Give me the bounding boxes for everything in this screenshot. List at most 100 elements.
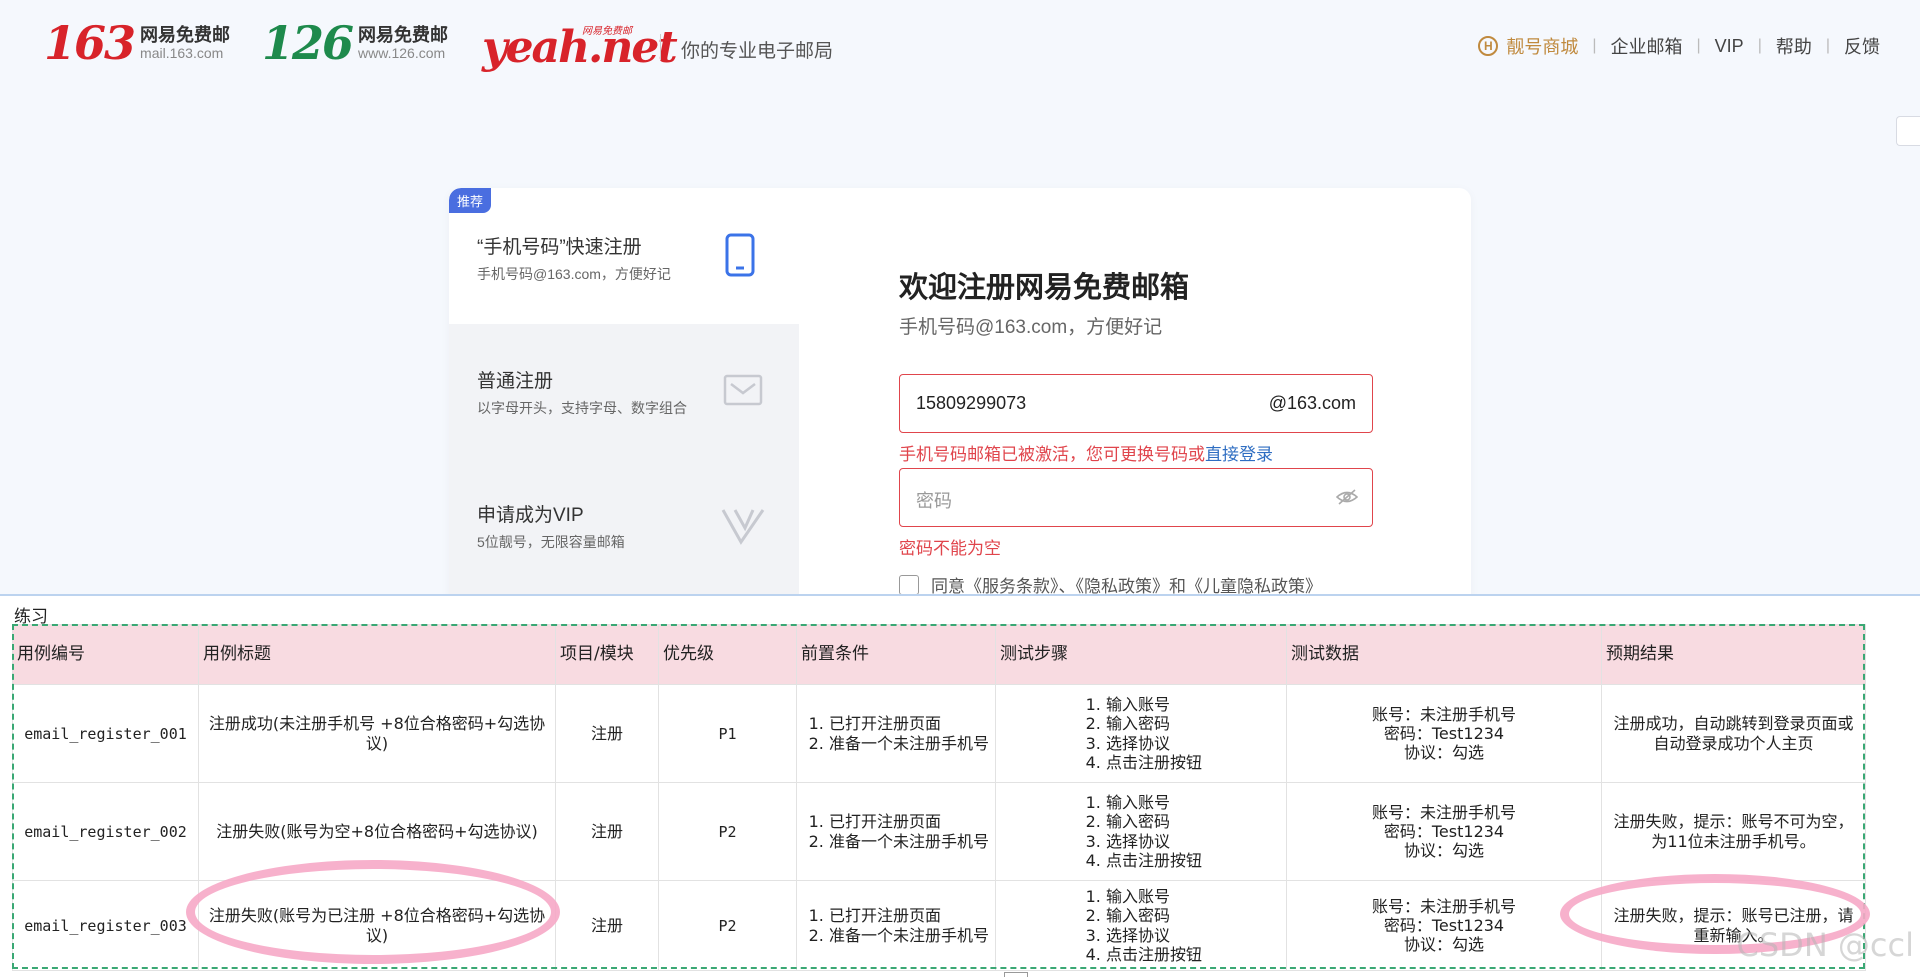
priority-cell[interactable]: P1 [658,684,797,783]
mobile-phone-icon [725,233,755,282]
table-header-row: 用例编号 用例标题 项目/模块 优先级 前置条件 测试步骤 测试数据 预期结果 [12,624,1866,685]
phone-error-text: 手机号码邮箱已被激活，您可更换号码或 [899,445,1205,464]
agree-checkbox[interactable] [899,574,919,595]
register-card: 推荐 “手机号码”快速注册 手机号码@163.com，方便好记 普通注册 以字母… [449,188,1471,608]
case-id-cell[interactable]: email_register_003 [12,880,199,971]
top-nav: H 靓号商城 | 企业邮箱 | VIP | 帮助 | 反馈 [1464,33,1880,59]
data-line: 协议：勾选 [1403,935,1484,955]
data-line: 密码：Test1234 [1383,821,1505,841]
expected-result-cell[interactable]: 注册成功，自动跳转到登录页面或自动登录成功个人主页 [1601,684,1866,783]
logo-126-number: 126 [262,16,354,70]
logo-163-number: 163 [44,16,136,70]
phone-input-value: 15809299073 [916,393,1027,413]
nav-enterprise[interactable]: 企业邮箱 [1597,33,1697,59]
header-cell[interactable]: 用例标题 [198,624,556,685]
csdn-watermark: CSDN @ccl [1736,926,1914,964]
top-header: 163 网易免费邮 mail.163.com 126 网易免费邮 www.126… [0,0,1920,90]
slogan-divider [660,34,661,60]
test-case-table: 用例编号 用例标题 项目/模块 优先级 前置条件 测试步骤 测试数据 预期结果 … [12,624,1866,971]
step-item: 点击注册按钮 [1106,851,1202,870]
direct-login-link[interactable]: 直接登录 [1205,445,1273,464]
test-case-sheet: 练习 用例编号 用例标题 项目/模块 优先级 前置条件 测试步骤 测试数据 预期… [0,594,1920,977]
case-id-cell[interactable]: email_register_001 [12,684,199,783]
precondition-item: 已打开注册页面 [829,906,989,925]
precondition-item: 准备一个未注册手机号 [829,832,989,851]
header-cell[interactable]: 项目/模块 [555,624,659,685]
test-data-cell[interactable]: 账号：未注册手机号 密码：Test1234 协议：勾选 [1286,880,1602,971]
logo-126-domain: www.126.com [358,45,446,62]
priority-cell[interactable]: P2 [658,880,797,971]
nav-shop-label: 靓号商城 [1506,37,1579,57]
header-cell[interactable]: 优先级 [658,624,797,685]
steps-cell[interactable]: 输入账号输入密码选择协议点击注册按钮 [995,782,1287,881]
step-item: 点击注册按钮 [1106,753,1202,772]
tab-normal-subtitle: 以字母开头，支持字母、数字组合 [477,400,687,416]
header-cell[interactable]: 用例编号 [12,624,199,685]
register-subtitle: 手机号码@163.com，方便好记 [899,317,1163,338]
register-title: 欢迎注册网易免费邮箱 [899,272,1190,304]
case-id-cell[interactable]: email_register_002 [12,782,199,881]
steps-cell[interactable]: 输入账号输入密码选择协议点击注册按钮 [995,684,1287,783]
phone-input[interactable]: 15809299073 @163.com [899,374,1373,433]
register-type-tabs: 推荐 “手机号码”快速注册 手机号码@163.com，方便好记 普通注册 以字母… [449,188,799,608]
precondition-cell[interactable]: 已打开注册页面准备一个未注册手机号 [796,684,996,783]
scroll-indicator[interactable] [1004,972,1028,977]
eye-hidden-icon[interactable] [1335,488,1359,511]
data-line: 密码：Test1234 [1383,723,1505,743]
step-item: 输入密码 [1106,714,1202,733]
module-cell[interactable]: 注册 [555,684,659,783]
case-title-cell[interactable]: 注册成功(未注册手机号 +8位合格密码+勾选协议) [198,684,556,783]
header-cell[interactable]: 前置条件 [796,624,996,685]
shop-icon: H [1478,36,1499,56]
tab-phone-subtitle: 手机号码@163.com，方便好记 [477,266,671,282]
envelope-icon [723,374,763,411]
expected-result-cell[interactable]: 注册失败，提示：账号不可为空，为11位未注册手机号。 [1601,782,1866,881]
nav-help[interactable]: 帮助 [1762,33,1826,59]
test-data-cell[interactable]: 账号：未注册手机号 密码：Test1234 协议：勾选 [1286,782,1602,881]
table-row: email_register_002 注册失败(账号为空+8位合格密码+勾选协议… [12,782,1866,881]
tab-vip-register[interactable]: 申请成为VIP 5位靓号，无限容量邮箱 [449,460,799,596]
data-line: 账号：未注册手机号 [1371,704,1516,724]
precondition-cell[interactable]: 已打开注册页面准备一个未注册手机号 [796,782,996,881]
precondition-cell[interactable]: 已打开注册页面准备一个未注册手机号 [796,880,996,971]
steps-cell[interactable]: 输入账号输入密码选择协议点击注册按钮 [995,880,1287,971]
module-cell[interactable]: 注册 [555,782,659,881]
module-cell[interactable]: 注册 [555,880,659,971]
logo-163-domain: mail.163.com [140,45,224,62]
password-error-message: 密码不能为空 [899,539,1001,558]
table-row: email_register_001 注册成功(未注册手机号 +8位合格密码+勾… [12,684,1866,783]
step-item: 输入账号 [1106,793,1202,812]
precondition-item: 准备一个未注册手机号 [829,926,989,945]
data-line: 密码：Test1234 [1383,915,1505,935]
logo-126[interactable]: 126 网易免费邮 www.126.com [262,20,448,66]
case-title-cell[interactable]: 注册失败(账号为空+8位合格密码+勾选协议) [198,782,556,881]
header-cell[interactable]: 预期结果 [1601,624,1866,685]
email-suffix: @163.com [1268,393,1356,413]
logo-163[interactable]: 163 网易免费邮 mail.163.com [44,20,230,66]
step-item: 输入账号 [1106,695,1202,714]
tab-phone-register[interactable]: 推荐 “手机号码”快速注册 手机号码@163.com，方便好记 [449,188,799,324]
password-input[interactable]: 密码 [899,468,1373,527]
step-item: 输入账号 [1106,887,1202,906]
precondition-item: 准备一个未注册手机号 [829,734,989,753]
nav-shop[interactable]: H 靓号商城 [1464,33,1592,59]
step-item: 选择协议 [1106,926,1202,945]
tab-normal-register[interactable]: 普通注册 以字母开头，支持字母、数字组合 [449,324,799,460]
nav-vip[interactable]: VIP [1701,36,1758,57]
tab-phone-title: “手机号码”快速注册 [477,237,642,258]
header-cell[interactable]: 测试步骤 [995,624,1287,685]
data-line: 账号：未注册手机号 [1371,802,1516,822]
logo-126-name: 网易免费邮 [358,24,449,45]
data-line: 协议：勾选 [1403,841,1484,861]
tab-vip-title: 申请成为VIP [477,505,584,526]
nav-feedback[interactable]: 反馈 [1830,33,1880,59]
side-float-widget[interactable] [1896,116,1920,146]
test-data-cell[interactable]: 账号：未注册手机号 密码：Test1234 协议：勾选 [1286,684,1602,783]
header-cell[interactable]: 测试数据 [1286,624,1602,685]
priority-cell[interactable]: P2 [658,782,797,881]
logo-yeah[interactable]: 网易免费邮 yeah.net [482,18,678,73]
password-placeholder: 密码 [916,491,952,511]
precondition-item: 已打开注册页面 [829,812,989,831]
step-item: 选择协议 [1106,734,1202,753]
case-title-cell[interactable]: 注册失败(账号为已注册 +8位合格密码+勾选协议) [198,880,556,971]
